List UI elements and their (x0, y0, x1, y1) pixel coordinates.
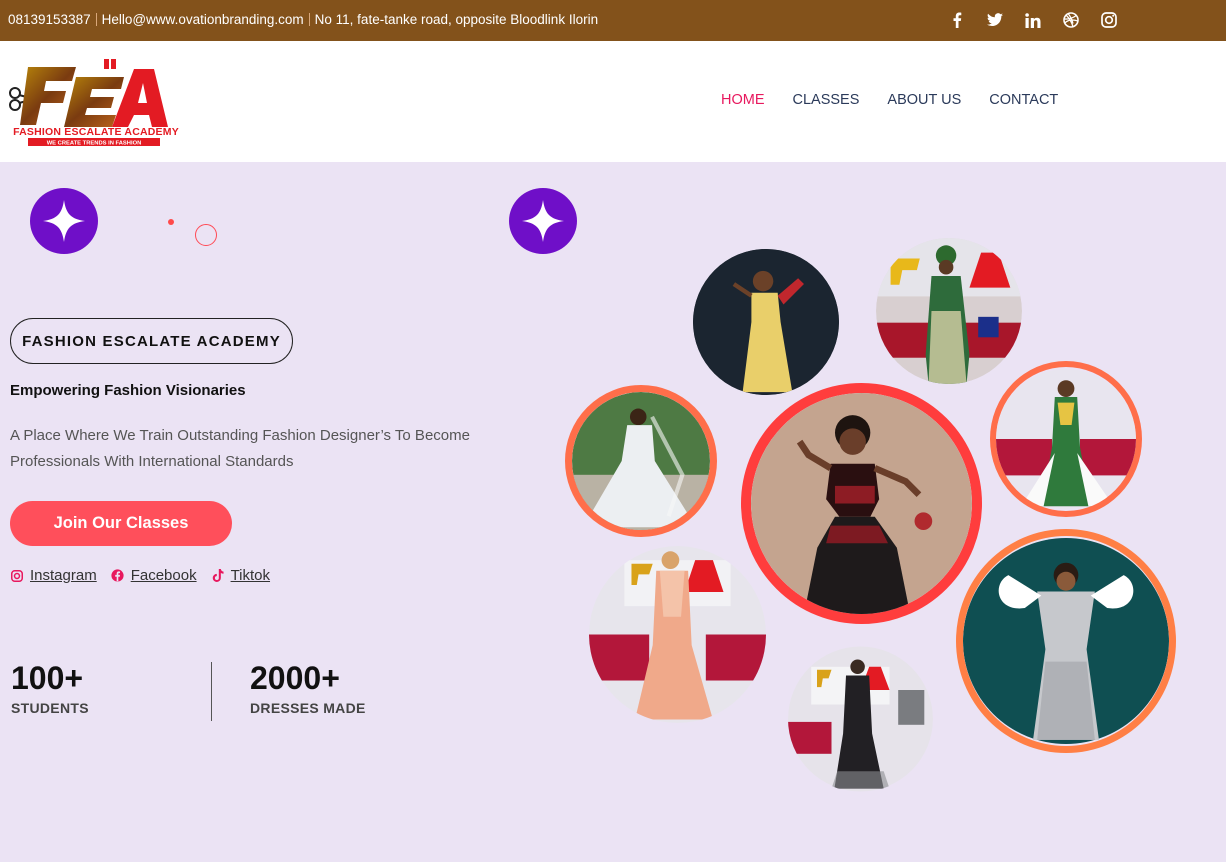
stat-dresses: 2000+ DRESSES MADE (250, 660, 366, 716)
top-bar: 08139153387 Hello@www.ovationbranding.co… (0, 0, 1226, 41)
dribbble-icon[interactable] (1062, 9, 1080, 31)
address: No 11, fate-tanke road, opposite Bloodli… (314, 12, 599, 27)
sparkle-icon (509, 188, 577, 254)
tiktok-link-label[interactable]: Tiktok (231, 567, 270, 584)
instagram-link[interactable]: Instagram (10, 567, 97, 584)
divider (95, 13, 97, 26)
stat-students: 100+ STUDENTS (11, 660, 89, 716)
sparkle-icon (30, 188, 98, 254)
phone-number[interactable]: 08139153387 (8, 12, 91, 27)
stat-value: 100+ (11, 660, 84, 696)
logo-name: FASHION ESCALATE ACADEMY (13, 126, 179, 138)
model-photo-peach-gown (589, 546, 766, 723)
instagram-link-label[interactable]: Instagram (30, 567, 97, 584)
nav-classes[interactable]: CLASSES (793, 92, 860, 108)
tiktok-link[interactable]: Tiktok (211, 567, 270, 584)
model-photo-ankara-gown (990, 361, 1142, 517)
model-photo-green-lace (876, 238, 1022, 384)
tiktok-icon (211, 569, 225, 582)
hero-subtitle: Empowering Fashion Visionaries (10, 382, 246, 399)
social-links: Instagram Facebook Tiktok (10, 567, 270, 584)
facebook-icon (111, 569, 125, 582)
stat-label: STUDENTS (11, 700, 89, 716)
model-photo-black-lace (788, 646, 933, 792)
instagram-icon (10, 569, 24, 582)
nav-contact[interactable]: CONTACT (989, 92, 1058, 108)
model-photo-yellow-gown (693, 249, 839, 395)
site-header: FASHION ESCALATE ACADEMY WE CREATE TREND… (0, 41, 1226, 162)
stat-label: DRESSES MADE (250, 700, 366, 716)
decorative-dot (168, 219, 174, 225)
contact-info: 08139153387 Hello@www.ovationbranding.co… (8, 12, 598, 27)
facebook-link-label[interactable]: Facebook (131, 567, 197, 584)
instagram-icon[interactable] (1100, 9, 1118, 31)
join-classes-button[interactable]: Join Our Classes (10, 501, 232, 546)
site-logo[interactable]: FASHION ESCALATE ACADEMY WE CREATE TREND… (6, 55, 186, 151)
model-photo-silver-gown (956, 529, 1176, 753)
logo-tagline: WE CREATE TRENDS IN FASHION (47, 141, 142, 147)
facebook-link[interactable]: Facebook (111, 567, 197, 584)
hero-badge: FASHION ESCALATE ACADEMY (10, 318, 293, 364)
email-address[interactable]: Hello@www.ovationbranding.com (102, 12, 304, 27)
main-nav: HOME CLASSES ABOUT US CONTACT (721, 92, 1058, 108)
nav-about-us[interactable]: ABOUT US (887, 92, 961, 108)
stat-divider (211, 662, 212, 721)
nav-home[interactable]: HOME (721, 92, 765, 108)
divider (308, 13, 310, 26)
hero-description: A Place Where We Train Outstanding Fashi… (10, 427, 470, 470)
linkedin-icon[interactable] (1024, 9, 1042, 31)
stat-value: 2000+ (250, 660, 340, 696)
model-photo-white-gown (565, 385, 717, 537)
twitter-icon[interactable] (986, 9, 1004, 31)
model-photo-black-corset (741, 383, 982, 624)
social-icons (948, 9, 1118, 31)
facebook-icon[interactable] (948, 9, 966, 31)
decorative-ring (195, 224, 217, 246)
